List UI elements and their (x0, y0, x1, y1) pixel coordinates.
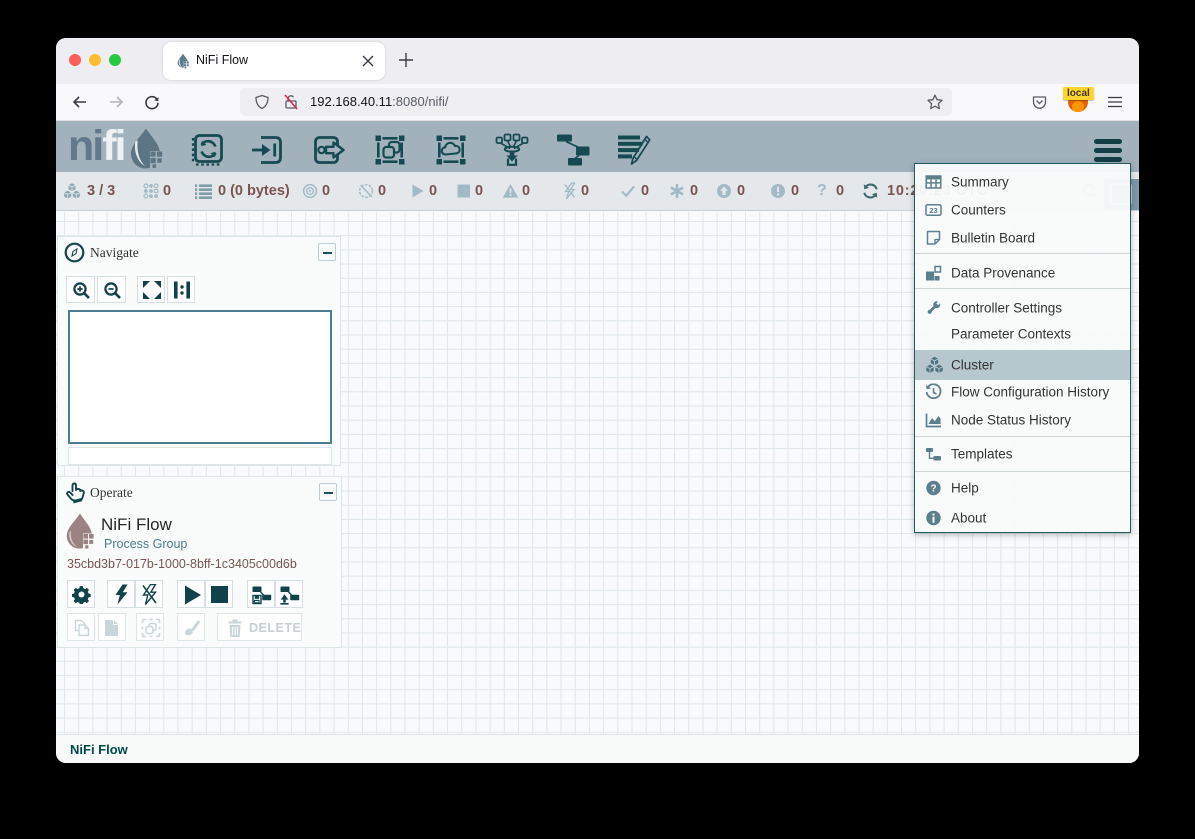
svg-text:?: ? (930, 484, 936, 495)
svg-text:23: 23 (929, 206, 937, 215)
